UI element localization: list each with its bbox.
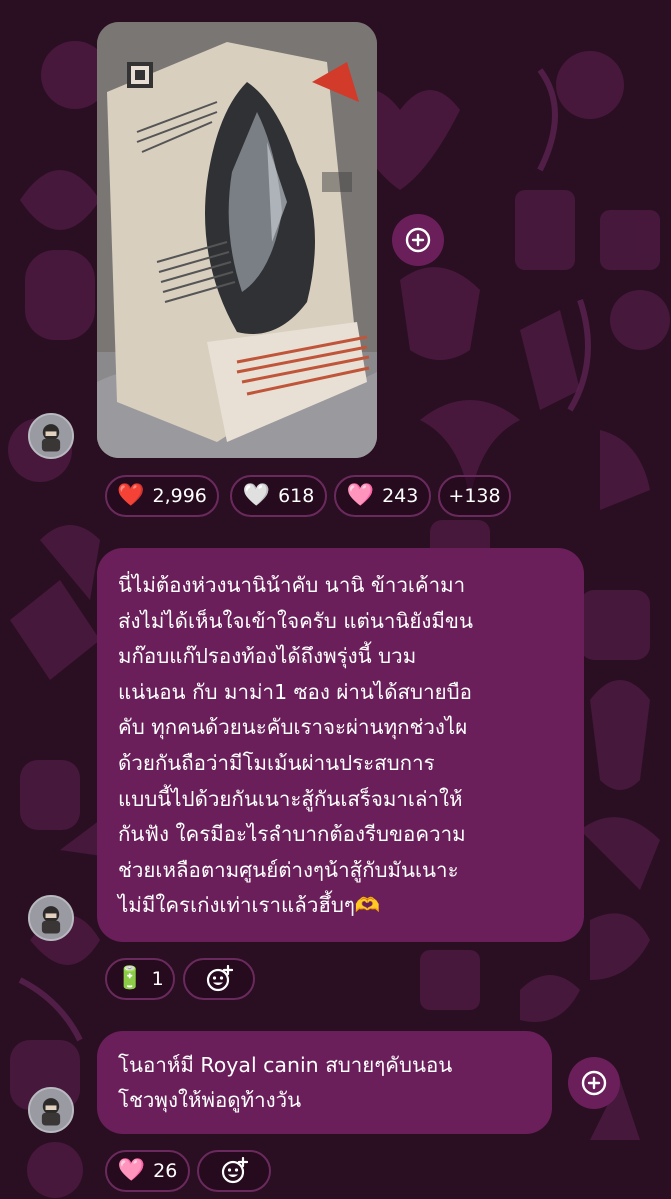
add-emoji-button[interactable] bbox=[183, 958, 255, 1000]
reaction-count: 618 bbox=[278, 485, 315, 507]
add-emoji-icon bbox=[221, 1157, 248, 1184]
reaction-pink-heart[interactable]: 🩷 26 bbox=[105, 1150, 190, 1192]
shared-photo[interactable] bbox=[97, 22, 377, 458]
white-heart-icon: 🤍 bbox=[242, 483, 271, 508]
avatar-image bbox=[30, 1089, 72, 1131]
avatar[interactable] bbox=[28, 895, 74, 941]
add-emoji-button[interactable] bbox=[197, 1150, 271, 1192]
avatar-image bbox=[30, 897, 72, 939]
reaction-count: 2,996 bbox=[152, 485, 207, 507]
message-bubble[interactable]: โนอาห์มี Royal canin สบายๆคับนอน โชวพุงใ… bbox=[97, 1031, 552, 1134]
reaction-battery[interactable]: 🔋 1 bbox=[105, 958, 175, 1000]
more-reactions-count: +138 bbox=[448, 485, 501, 507]
message-text: นี่ไม่ต้องห่วงนานิน้าคับ นานิ ข้าวเค้ามา… bbox=[118, 573, 473, 918]
message-bubble[interactable]: นี่ไม่ต้องห่วงนานิน้าคับ นานิ ข้าวเค้ามา… bbox=[97, 548, 584, 942]
add-emoji-icon bbox=[206, 965, 233, 992]
avatar[interactable] bbox=[28, 1087, 74, 1133]
reaction-heart[interactable]: ❤️ 2,996 bbox=[105, 475, 219, 517]
avatar-image bbox=[30, 415, 72, 457]
pink-heart-icon: 🩷 bbox=[346, 483, 375, 508]
pink-heart-icon: 🩷 bbox=[117, 1158, 146, 1183]
add-reaction-button[interactable] bbox=[392, 214, 444, 266]
add-reaction-button[interactable] bbox=[568, 1057, 620, 1109]
avatar[interactable] bbox=[28, 413, 74, 459]
message-text: โนอาห์มี Royal canin สบายๆคับนอน โชวพุงใ… bbox=[118, 1053, 453, 1112]
reaction-count: 1 bbox=[151, 968, 164, 990]
more-reactions-button[interactable]: +138 bbox=[438, 475, 511, 517]
red-heart-icon: ❤️ bbox=[117, 483, 145, 508]
reaction-count: 243 bbox=[382, 485, 419, 507]
reaction-pink-heart[interactable]: 🩷 243 bbox=[334, 475, 431, 517]
add-reaction-icon bbox=[581, 1070, 607, 1096]
add-reaction-icon bbox=[405, 227, 431, 253]
battery-icon: 🔋 bbox=[116, 966, 144, 991]
reaction-white-heart[interactable]: 🤍 618 bbox=[230, 475, 327, 517]
reaction-count: 26 bbox=[153, 1160, 178, 1182]
